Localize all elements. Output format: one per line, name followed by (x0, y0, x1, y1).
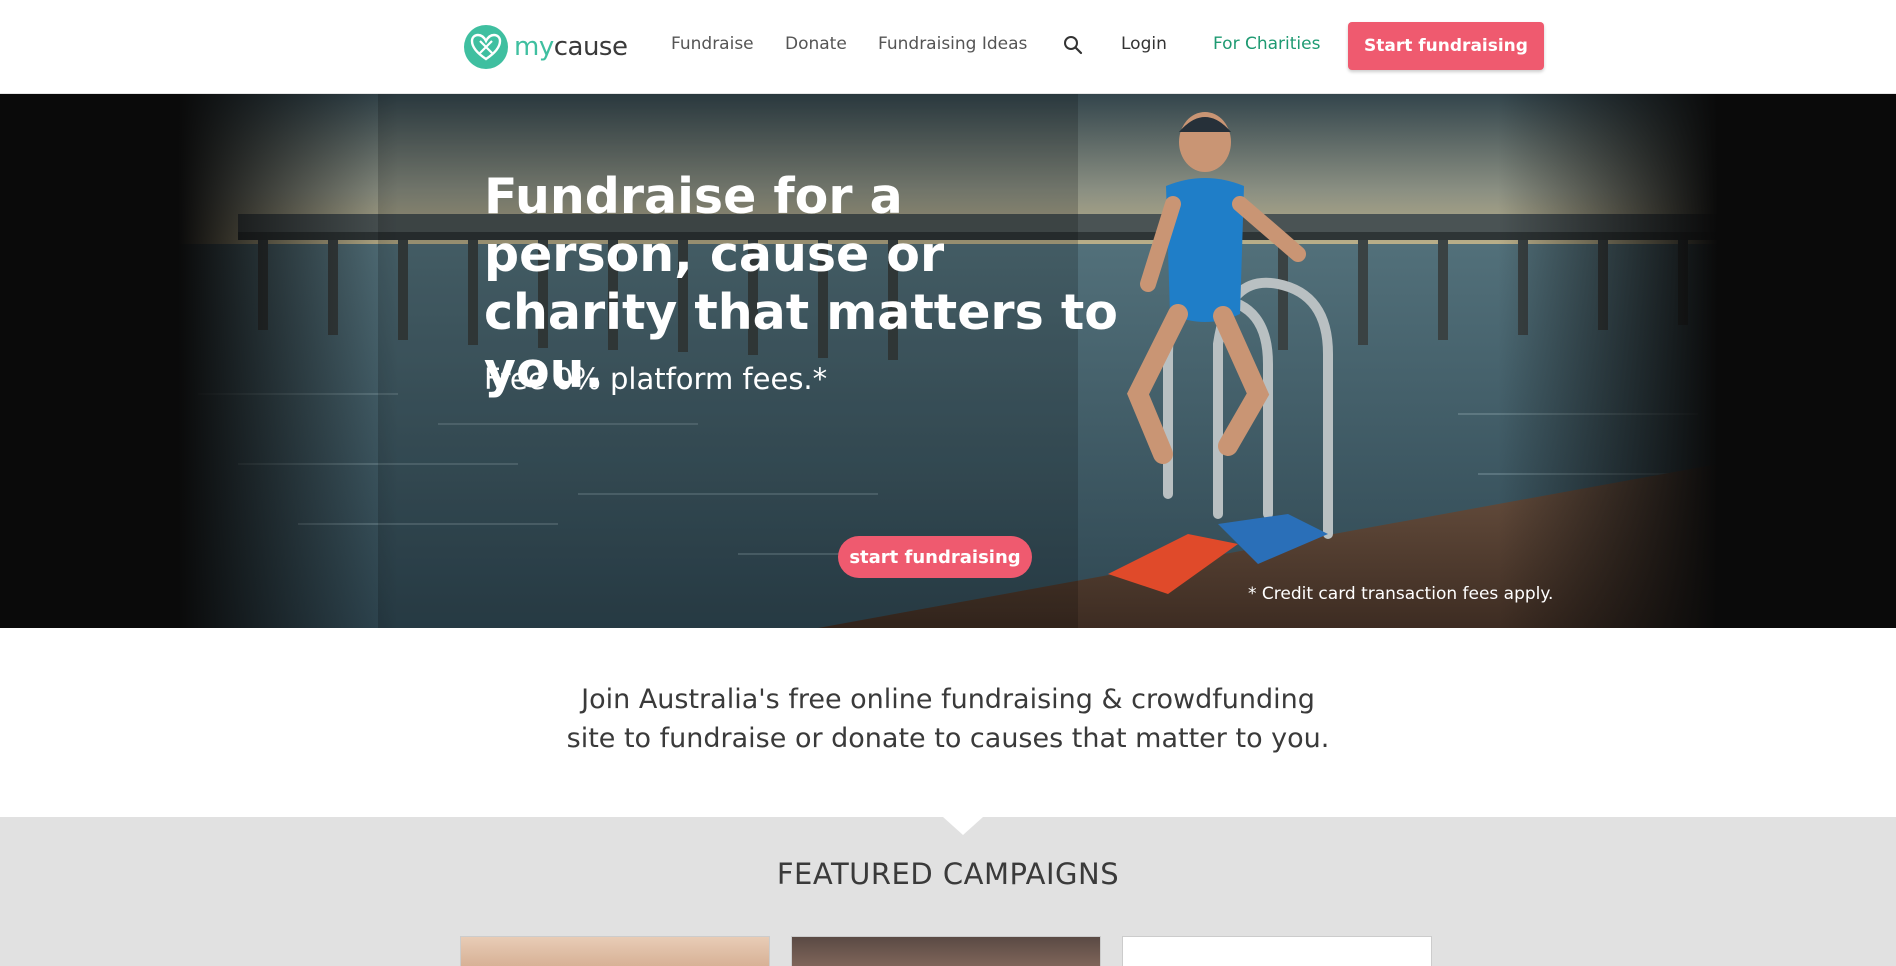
hero-start-fundraising-button[interactable]: start fundraising (838, 536, 1032, 578)
intro-text: Join Australia's free online fundraising… (0, 680, 1896, 758)
search-icon[interactable] (1062, 34, 1084, 56)
campaign-card[interactable] (1122, 936, 1432, 966)
login-link[interactable]: Login (1121, 34, 1167, 54)
hero-subtitle: Free 0% platform fees.* (484, 362, 828, 396)
campaign-card[interactable] (791, 936, 1101, 966)
for-charities-link[interactable]: For Charities (1213, 34, 1320, 54)
nav-fundraise[interactable]: Fundraise (671, 34, 754, 54)
start-fundraising-button[interactable]: Start fundraising (1348, 22, 1544, 70)
intro-line-2: site to fundraise or donate to causes th… (566, 723, 1330, 754)
intro-line-1: Join Australia's free online fundraising… (581, 684, 1315, 715)
heart-logo-icon (464, 25, 508, 69)
fee-disclaimer: * Credit card transaction fees apply. (1248, 584, 1554, 604)
site-header: mycause Fundraise Donate Fundraising Ide… (0, 0, 1896, 94)
intro-section: Join Australia's free online fundraising… (0, 628, 1896, 817)
section-notch (943, 817, 983, 835)
nav-donate[interactable]: Donate (785, 34, 847, 54)
campaign-card[interactable] (460, 936, 770, 966)
nav-fundraising-ideas[interactable]: Fundraising Ideas (878, 34, 1027, 54)
hero-banner: Fundraise for a person, cause or charity… (0, 94, 1896, 628)
featured-campaigns-title: FEATURED CAMPAIGNS (776, 857, 1120, 891)
featured-campaigns-section: FEATURED CAMPAIGNS (0, 817, 1896, 966)
mycause-logo[interactable]: mycause (464, 24, 628, 70)
logo-text: mycause (514, 32, 628, 62)
